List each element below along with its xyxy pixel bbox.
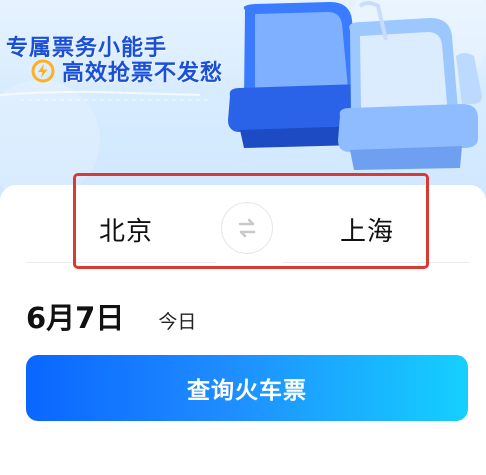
swap-cities-button[interactable] [221,202,273,254]
route-selector: 北京 上海 [0,173,486,269]
swap-arrows-icon [238,218,256,238]
promo-banner[interactable]: 专属票务小能手 高效抢票不发愁 [0,0,486,205]
lightning-bolt-icon [31,59,55,83]
train-seats-illustration [228,1,482,170]
search-train-tickets-button[interactable]: 查询火车票 [26,355,468,421]
arrival-city[interactable]: 上海 [340,211,394,248]
departure-city[interactable]: 北京 [99,211,153,248]
ticket-search-card: 北京 上海 6月7日 今日 查询火车票 [0,173,486,475]
departure-date[interactable]: 6月7日 [26,295,124,337]
day-label: 今日 [158,311,197,333]
banner-subline: 高效抢票不发愁 [30,56,223,86]
date-selector[interactable]: 6月7日 今日 [26,295,196,335]
arrival-underline [283,262,469,263]
departure-underline [26,262,216,263]
banner-subtitle: 高效抢票不发愁 [62,61,224,86]
